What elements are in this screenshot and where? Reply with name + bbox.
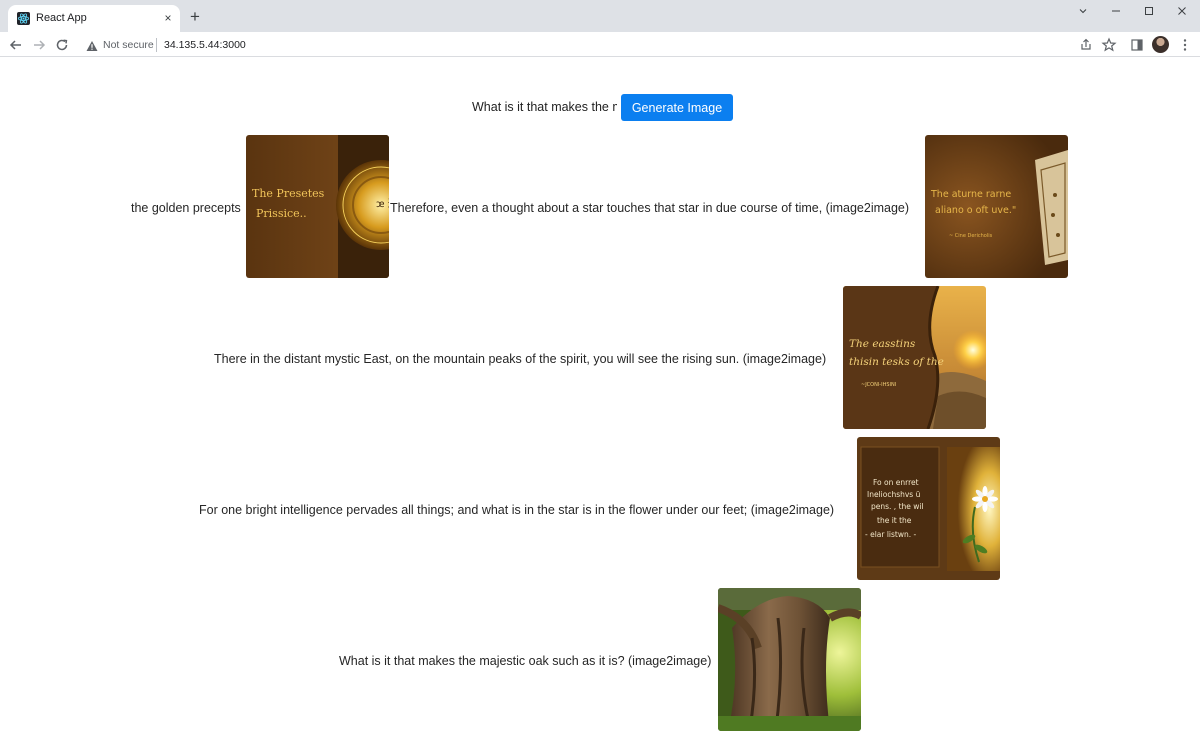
generate-image-button[interactable]: Generate Image xyxy=(621,94,733,121)
image-attribution: ~JCONI-IHSINI xyxy=(861,382,896,388)
generated-image: The aturne rarne aliano o oft uve." ~ Ci… xyxy=(925,135,1068,278)
address-bar[interactable]: Not secure 34.135.5.44:3000 xyxy=(80,34,1124,56)
result-text: Therefore, even a thought about a star t… xyxy=(390,201,910,215)
image-caption: - elar listwn. - xyxy=(865,530,917,539)
window-close-icon[interactable] xyxy=(1165,0,1199,22)
prompt-input[interactable] xyxy=(472,97,617,117)
avatar[interactable] xyxy=(1152,36,1169,53)
image-caption: aliano o oft uve." xyxy=(935,205,1016,216)
image-caption: pens. , the wil xyxy=(871,502,924,511)
image-caption: The easstins xyxy=(849,338,916,350)
side-panel-icon[interactable] xyxy=(1128,36,1146,54)
back-arrow-icon[interactable] xyxy=(7,36,25,54)
image-caption: Prissice.. xyxy=(256,207,307,220)
star-icon[interactable] xyxy=(1100,36,1118,54)
plus-icon[interactable]: + xyxy=(185,7,205,27)
share-icon[interactable] xyxy=(1077,36,1095,54)
menu-dots-icon[interactable] xyxy=(1176,36,1194,54)
image-glyph: ꭢ 道 xyxy=(376,197,389,210)
result-text: For one bright intelligence pervades all… xyxy=(199,503,835,517)
image-attribution: ~ Cine Dericholis xyxy=(949,233,993,239)
generated-image: The Presetes Prissice.. ꭢ 道 xyxy=(246,135,389,278)
image-caption: The aturne rarne xyxy=(930,189,1011,200)
omnibox-divider xyxy=(156,38,157,52)
page-content: Generate Image the golden precepts The P… xyxy=(0,58,1200,748)
result-text: There in the distant mystic East, on the… xyxy=(214,352,827,366)
react-favicon-icon xyxy=(17,12,30,25)
security-label[interactable]: Not secure xyxy=(103,39,154,51)
tab-title: React App xyxy=(36,12,87,24)
url-text[interactable]: 34.135.5.44:3000 xyxy=(164,39,246,51)
close-icon[interactable]: × xyxy=(161,11,175,25)
image-caption: thisin tesks of the xyxy=(849,356,944,368)
image-caption: The Presetes xyxy=(252,187,325,200)
browser-toolbar: Not secure 34.135.5.44:3000 xyxy=(0,32,1200,57)
forward-arrow-icon[interactable] xyxy=(30,36,48,54)
reload-icon[interactable] xyxy=(53,36,71,54)
minimize-icon[interactable] xyxy=(1099,0,1133,22)
generated-image: Fo on enrret Ineliochshvs ü pens. , the … xyxy=(857,437,1000,580)
image-caption: the it the xyxy=(877,516,912,525)
image-caption: Fo on enrret xyxy=(873,478,919,487)
result-text: the golden precepts xyxy=(131,201,241,215)
browser-tab[interactable]: React App × xyxy=(8,5,180,32)
generated-image: The easstins thisin tesks of the ~JCONI-… xyxy=(843,286,986,429)
generated-image xyxy=(718,588,861,731)
warning-icon[interactable] xyxy=(86,39,98,51)
image-caption: Ineliochshvs ü xyxy=(867,490,921,499)
tab-strip: React App × + xyxy=(0,0,1200,32)
chevron-down-icon[interactable] xyxy=(1066,0,1100,22)
maximize-icon[interactable] xyxy=(1132,0,1166,22)
result-text: What is it that makes the majestic oak s… xyxy=(339,654,712,668)
